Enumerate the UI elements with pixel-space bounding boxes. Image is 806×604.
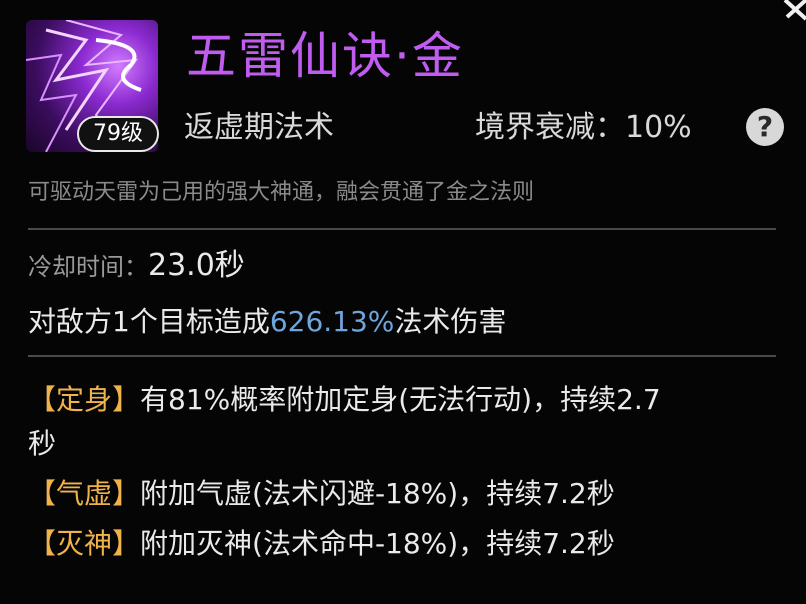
close-icon[interactable] — [779, 0, 806, 22]
divider — [28, 355, 776, 357]
effect-text: 有81%概率附加定身(无法行动)，持续2.7 — [140, 383, 661, 416]
effect-text-continued: 秒 — [28, 427, 57, 460]
effects-list: 【定身】有81%概率附加定身(无法行动)，持续2.7 秒 【气虚】附加气虚(法术闪… — [28, 378, 776, 572]
damage-suffix: 法术伤害 — [394, 305, 507, 338]
decay-value: 10% — [625, 110, 692, 145]
level-badge: 79级 — [77, 116, 159, 152]
effect-tag: 【气虚】 — [28, 477, 141, 510]
damage-row: 对敌方1个目标造成626.13%法术伤害 — [28, 302, 506, 342]
cooldown-label: 冷却时间： — [28, 253, 148, 281]
cooldown-value: 23.0秒 — [148, 248, 245, 283]
effect-tag: 【灭神】 — [28, 527, 141, 560]
effect-tag: 【定身】 — [28, 383, 141, 416]
decay-label: 境界衰减： — [475, 110, 625, 145]
damage-prefix: 对敌方1个目标造成 — [28, 305, 270, 338]
skill-name: 五雷仙诀·金 — [186, 27, 464, 85]
effect-text: 附加灭神(法术命中-18%)，持续7.2秒 — [140, 527, 615, 560]
help-icon[interactable]: ? — [746, 108, 784, 146]
effect-item-mieshen: 【灭神】附加灭神(法术命中-18%)，持续7.2秒 — [28, 522, 776, 566]
effect-item-immobilize: 【定身】有81%概率附加定身(无法行动)，持续2.7 秒 — [28, 378, 776, 466]
damage-value: 626.13% — [269, 305, 395, 338]
effect-text: 附加气虚(法术闪避-18%)，持续7.2秒 — [140, 477, 615, 510]
effect-item-qixu: 【气虚】附加气虚(法术闪避-18%)，持续7.2秒 — [28, 472, 776, 516]
divider — [28, 228, 776, 230]
realm-type: 返虚期法术 — [184, 110, 334, 145]
realm-decay: 境界衰减：10% — [475, 108, 692, 148]
cooldown-row: 冷却时间：23.0秒 — [28, 246, 245, 290]
skill-description: 可驱动天雷为己用的强大神通，融会贯通了金之法则 — [28, 180, 535, 205]
skill-tooltip-panel: 79级 五雷仙诀·金 返虚期法术 境界衰减：10% ? 可驱动天雷为己用的强大神… — [0, 0, 806, 604]
